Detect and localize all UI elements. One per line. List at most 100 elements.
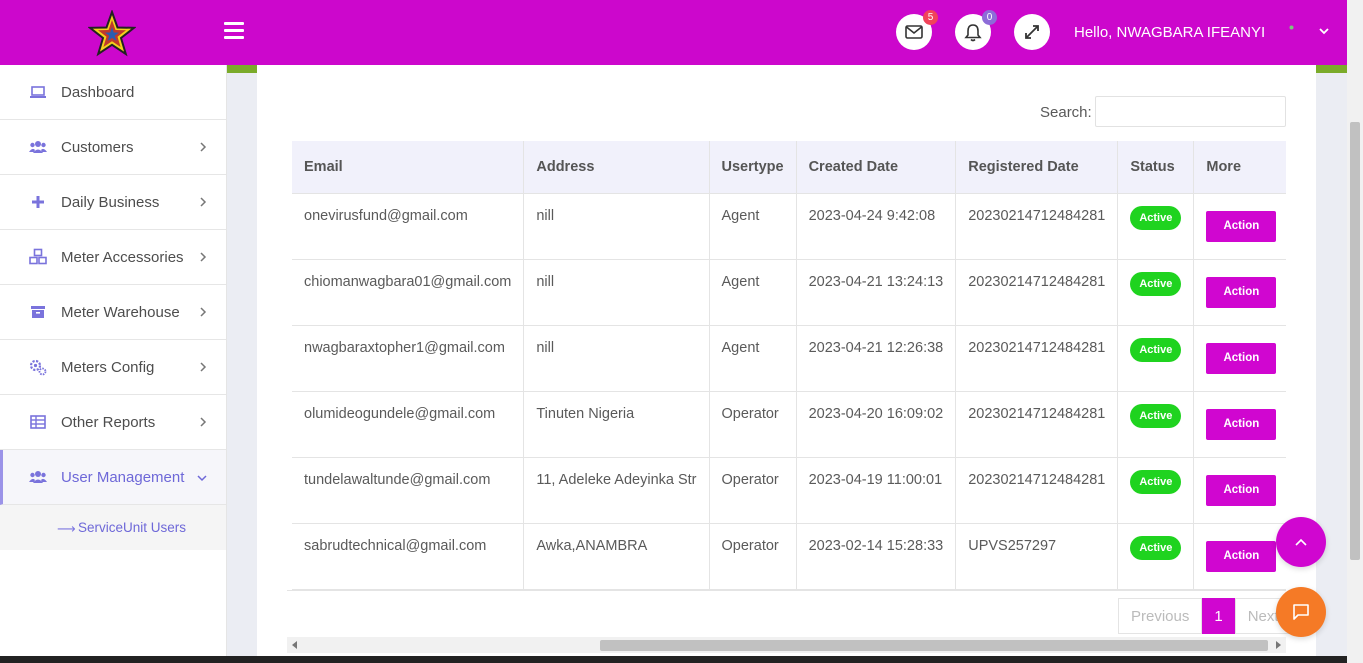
cell-email: chiomanwagbara01@gmail.com [292,259,525,326]
envelope-icon [905,25,923,39]
cell-address: Awka,ANAMBRA [523,523,710,590]
sidebar-subitem-label: ServiceUnit Users [78,520,187,535]
action-button[interactable]: Action [1206,342,1277,374]
top-bar: 5 0 Hello, NWAGBARA IFEANYI [0,0,1347,65]
cell-created-date: 2023-04-19 11:00:01 [796,457,957,524]
sidebar-item-label: Dashboard [61,83,135,101]
sidebar-item-label: User Management [61,468,185,486]
cell-address: nill [523,193,710,260]
cell-usertype: Agent [709,193,797,260]
menu-toggle-icon[interactable] [224,22,244,40]
cell-email: onevirusfund@gmail.com [292,193,525,260]
table-row: olumideogundele@gmail.com Tinuten Nigeri… [292,391,1286,458]
action-button[interactable]: Action [1206,408,1277,440]
cell-registered-date: 20230214712484281 [955,259,1119,326]
fullscreen-button[interactable] [1014,14,1050,50]
sidebar-item-meter-accessories[interactable]: Meter Accessories [0,230,226,285]
table-icon [30,415,46,429]
cell-more: Action [1193,523,1286,590]
cell-more: Action [1193,259,1286,326]
column-header-registered-date[interactable]: Registered Date [955,141,1119,194]
vertical-scroll-thumb[interactable] [1350,122,1360,560]
status-badge: Active [1130,469,1182,494]
cell-more: Action [1193,391,1286,458]
users-table: Email Address Usertype Created Date Regi… [292,141,1286,590]
cell-status: Active [1117,391,1195,458]
sidebar-item-dashboard[interactable]: Dashboard [0,65,226,120]
search-label: Search: [1040,104,1092,121]
column-header-status[interactable]: Status [1117,141,1195,194]
cell-created-date: 2023-04-24 9:42:08 [796,193,957,260]
column-header-email[interactable]: Email [292,141,525,194]
expand-icon [1025,25,1039,39]
sidebar-item-label: Meter Warehouse [61,303,180,321]
sidebar-item-meters-config[interactable]: Meters Config [0,340,226,395]
chevron-down-icon [197,475,207,482]
cell-more: Action [1193,193,1286,260]
pagination-page-button[interactable]: 1 [1202,598,1235,634]
status-badge: Active [1130,271,1182,296]
cell-created-date: 2023-04-21 12:26:38 [796,325,957,392]
user-greeting[interactable]: Hello, NWAGBARA IFEANYI [1074,24,1265,41]
pagination-previous-button[interactable]: Previous [1118,598,1203,634]
sidebar-item-other-reports[interactable]: Other Reports [0,395,226,450]
cell-email: tundelawaltunde@gmail.com [292,457,525,524]
action-button[interactable]: Action [1206,474,1277,506]
sidebar-item-meter-warehouse[interactable]: Meter Warehouse [0,285,226,340]
chat-icon [1293,604,1309,620]
horizontal-scrollbar[interactable] [287,637,1286,653]
sidebar-subitem-serviceunit-users[interactable]: ⟶ ServiceUnit Users [0,505,226,550]
action-button[interactable]: Action [1206,276,1277,308]
cell-email: olumideogundele@gmail.com [292,391,525,458]
notification-button[interactable]: 0 [955,10,997,50]
column-header-created-date[interactable]: Created Date [796,141,957,194]
cell-status: Active [1117,523,1195,590]
search-input[interactable] [1095,96,1286,127]
cell-created-date: 2023-04-20 16:09:02 [796,391,957,458]
table-row: onevirusfund@gmail.com nill Agent 2023-0… [292,193,1286,260]
mail-count-badge: 5 [923,10,938,25]
cell-email: sabrudtechnical@gmail.com [292,523,525,590]
users-icon [29,141,47,153]
status-badge: Active [1130,205,1182,230]
sidebar-item-daily-business[interactable]: Daily Business [0,175,226,230]
mail-button[interactable]: 5 [896,10,938,50]
action-button[interactable]: Action [1206,210,1277,242]
scroll-right-icon[interactable] [1276,641,1281,649]
cell-status: Active [1117,259,1195,326]
table-row: nwagbaraxtopher1@gmail.com nill Agent 20… [292,325,1286,392]
horizontal-scroll-thumb[interactable] [600,640,1268,651]
cell-created-date: 2023-04-21 13:24:13 [796,259,957,326]
column-header-usertype[interactable]: Usertype [709,141,797,194]
sidebar-item-user-management[interactable]: User Management [0,450,226,505]
users-table-container[interactable]: Email Address Usertype Created Date Regi… [287,141,1286,591]
bell-icon [964,23,982,41]
pagination: Previous 1 Next [1118,598,1292,634]
chevron-down-icon[interactable] [1318,25,1330,37]
cell-registered-date: 20230214712484281 [955,325,1119,392]
cell-address: 11, Adeleke Adeyinka Str [523,457,710,524]
sidebar-item-customers[interactable]: Customers [0,120,226,175]
chevron-right-icon [200,197,207,207]
status-badge: Active [1130,403,1182,428]
cell-usertype: Agent [709,259,797,326]
cogs-icon [29,359,47,376]
vertical-scrollbar[interactable] [1347,0,1363,663]
cell-registered-date: 20230214712484281 [955,391,1119,458]
action-button[interactable]: Action [1206,540,1277,572]
cell-more: Action [1193,325,1286,392]
scroll-to-top-button[interactable] [1276,517,1326,567]
table-header-row: Email Address Usertype Created Date Regi… [292,141,1286,194]
cubes-icon [29,248,47,265]
sidebar-item-label: Meter Accessories [61,248,184,266]
column-header-address[interactable]: Address [523,141,710,194]
column-header-more[interactable]: More [1193,141,1286,194]
cell-status: Active [1117,193,1195,260]
chat-button[interactable] [1276,587,1326,637]
notification-count-badge: 0 [982,10,997,25]
scroll-left-icon[interactable] [292,641,297,649]
star-logo-icon[interactable] [88,10,136,58]
cell-address: nill [523,259,710,326]
table-row: chiomanwagbara01@gmail.com nill Agent 20… [292,259,1286,326]
table-row: sabrudtechnical@gmail.com Awka,ANAMBRA O… [292,523,1286,590]
